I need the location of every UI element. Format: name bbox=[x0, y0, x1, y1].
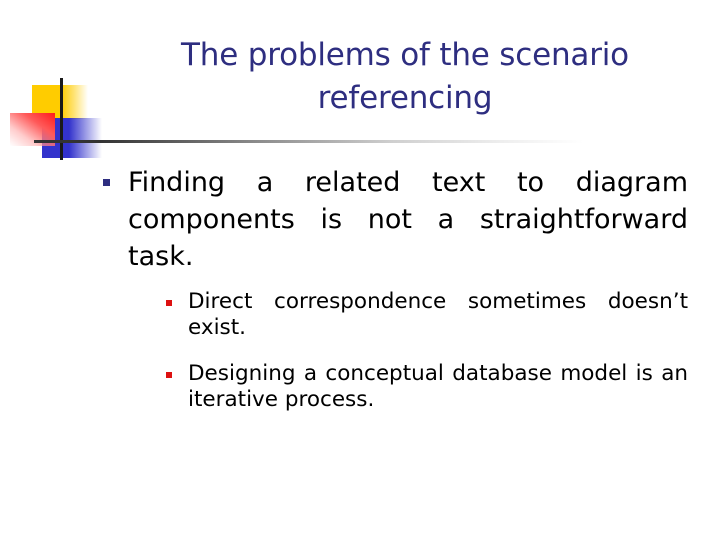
red-square-bullet-icon bbox=[166, 300, 172, 306]
bullet-item: Finding a related text to diagram compon… bbox=[100, 164, 688, 413]
decorative-vertical-line bbox=[60, 78, 63, 160]
sub-bullet-item: Designing a conceptual database model is… bbox=[156, 361, 688, 413]
slide: The problems of the scenario referencing… bbox=[0, 0, 720, 540]
slide-title: The problems of the scenario referencing bbox=[110, 34, 700, 120]
bullet-list: Finding a related text to diagram compon… bbox=[100, 164, 688, 433]
title-underline-rule bbox=[34, 140, 584, 143]
navy-square-bullet-icon bbox=[103, 179, 110, 186]
slide-title-line-1: The problems of the scenario bbox=[181, 37, 629, 73]
sub-bullet-text: Direct correspondence sometimes doesn’t … bbox=[188, 289, 688, 340]
sub-bullet-item: Direct correspondence sometimes doesn’t … bbox=[156, 289, 688, 341]
slide-title-line-2: referencing bbox=[317, 80, 493, 116]
sub-bullet-text: Designing a conceptual database model is… bbox=[188, 361, 688, 412]
sub-bullet-list: Direct correspondence sometimes doesn’t … bbox=[128, 289, 688, 413]
bullet-text: Finding a related text to diagram compon… bbox=[128, 167, 688, 272]
red-square-bullet-icon bbox=[166, 372, 172, 378]
